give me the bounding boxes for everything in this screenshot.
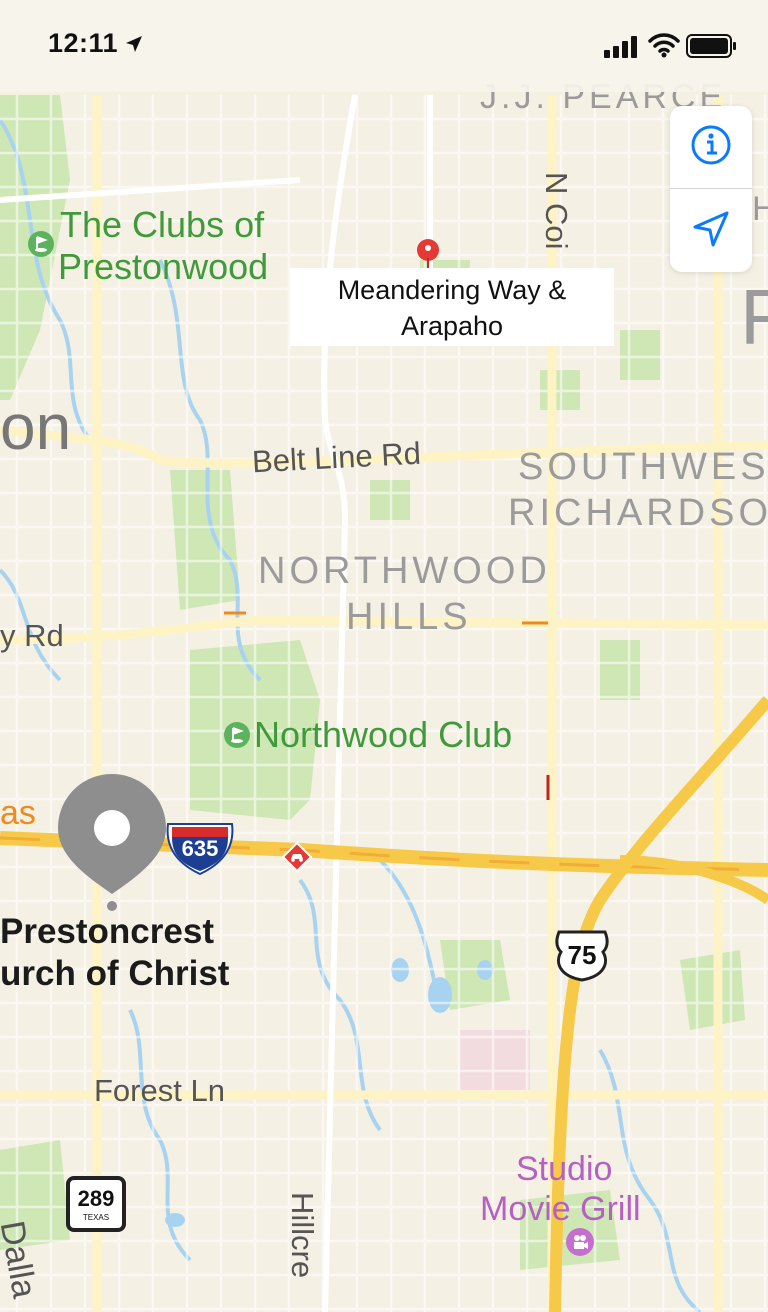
golf-icon bbox=[224, 722, 250, 748]
location-arrow-icon bbox=[691, 209, 731, 254]
golf-icon bbox=[28, 231, 54, 257]
pin-callout-line2: Arapaho bbox=[400, 311, 504, 341]
road-label-forest-ln: Forest Ln bbox=[94, 1073, 225, 1108]
interstate-number: 635 bbox=[181, 836, 219, 861]
pin-callout-line1: Meandering Way & bbox=[337, 275, 567, 305]
place-label-prestoncrest-line1: Prestoncrest bbox=[0, 912, 214, 951]
info-icon bbox=[689, 123, 733, 172]
area-label-on-fragment: on bbox=[0, 391, 72, 463]
area-label-northwood-line2: HILLS bbox=[346, 596, 472, 638]
road-label-hillcrest: Hillcre bbox=[285, 1192, 320, 1279]
road-label-y-rd: y Rd bbox=[0, 618, 64, 653]
interstate-635-shield: 635 bbox=[164, 820, 236, 876]
park-label-clubs-line2: Prestonwood bbox=[58, 246, 269, 287]
map-info-button[interactable] bbox=[670, 106, 752, 188]
map-canvas[interactable] bbox=[0, 0, 768, 1312]
tx-289-shield: 289 TEXAS bbox=[66, 1176, 126, 1232]
controls-divider bbox=[670, 188, 752, 189]
location-arrow-icon bbox=[124, 34, 144, 59]
place-label-prestoncrest-line2: urch of Christ bbox=[0, 954, 230, 993]
traffic-incident-icon[interactable] bbox=[281, 841, 313, 873]
dropped-pin[interactable] bbox=[416, 238, 440, 272]
poi-label-studio-line1: Studio bbox=[516, 1150, 613, 1188]
us-route-number: 75 bbox=[567, 940, 597, 970]
state-route-state: TEXAS bbox=[82, 1213, 110, 1222]
area-label-h-fragment: H bbox=[752, 190, 768, 228]
status-bar: 12:11 bbox=[0, 0, 768, 92]
battery-icon bbox=[686, 34, 738, 63]
map-controls bbox=[670, 106, 752, 272]
poi-label-studio-line2: Movie Grill bbox=[480, 1190, 641, 1228]
pin-callout[interactable]: Meandering Way & Arapaho bbox=[290, 268, 614, 346]
selected-place-marker[interactable] bbox=[56, 772, 168, 912]
park-label-clubs-line1: The Clubs of bbox=[60, 204, 265, 245]
us-75-shield: 75 bbox=[553, 928, 611, 984]
movie-theater-icon[interactable] bbox=[566, 1228, 594, 1256]
area-label-southwest-line2: RICHARDSO bbox=[508, 492, 768, 534]
status-time: 12:11 bbox=[48, 28, 119, 58]
state-route-number: 289 bbox=[77, 1186, 115, 1211]
area-label-southwest-line1: SOUTHWES bbox=[518, 446, 768, 488]
park-label-northwood-club: Northwood Club bbox=[254, 714, 513, 755]
area-label-as-fragment: as bbox=[0, 794, 36, 832]
road-label-n-coit: N Coi bbox=[539, 172, 574, 250]
area-label-northwood-line1: NORTHWOOD bbox=[258, 550, 551, 592]
wifi-icon bbox=[648, 32, 680, 63]
area-label-f-fragment: F bbox=[740, 273, 768, 361]
signal-icon bbox=[604, 36, 638, 63]
current-location-button[interactable] bbox=[670, 190, 752, 272]
